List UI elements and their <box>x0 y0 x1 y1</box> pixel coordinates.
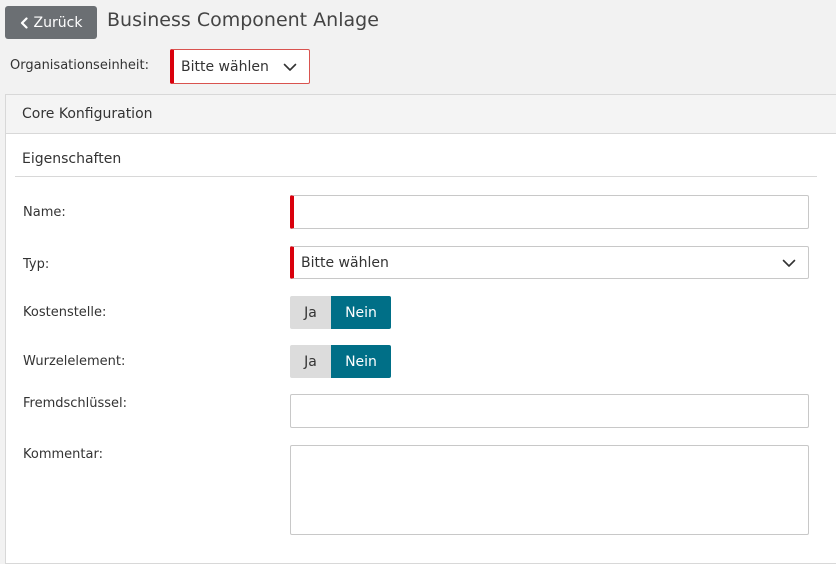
kommentar-textarea[interactable] <box>290 445 809 535</box>
name-label: Name: <box>23 205 66 220</box>
section-title: Eigenschaften <box>22 151 122 167</box>
kostenstelle-yes-button[interactable]: Ja <box>290 296 331 329</box>
page-title: Business Component Anlage <box>107 9 379 31</box>
kostenstelle-no-button[interactable]: Nein <box>331 296 391 329</box>
back-button[interactable]: Zurück <box>5 6 97 39</box>
chevron-left-icon <box>20 16 28 29</box>
org-unit-label: Organisationseinheit: <box>10 58 150 73</box>
wurzelelement-yes-button[interactable]: Ja <box>290 345 331 378</box>
kommentar-label: Kommentar: <box>23 447 103 462</box>
chevron-down-icon <box>782 256 796 272</box>
typ-label: Typ: <box>23 257 50 272</box>
org-unit-selected-value: Bitte wählen <box>181 58 269 75</box>
kostenstelle-toggle: Ja Nein <box>290 296 391 329</box>
back-button-label: Zurück <box>33 14 83 31</box>
fremdschluessel-label: Fremdschlüssel: <box>23 396 128 411</box>
section-divider <box>15 176 817 177</box>
panel-header: Core Konfiguration <box>6 95 836 134</box>
name-input[interactable] <box>290 195 809 229</box>
core-config-panel: Core Konfiguration Eigenschaften Name: T… <box>5 94 836 564</box>
kostenstelle-label: Kostenstelle: <box>23 305 107 320</box>
typ-selected-value: Bitte wählen <box>301 254 389 271</box>
wurzelelement-label: Wurzelelement: <box>23 354 126 369</box>
wurzelelement-toggle: Ja Nein <box>290 345 391 378</box>
wurzelelement-no-button[interactable]: Nein <box>331 345 391 378</box>
org-unit-select[interactable]: Bitte wählen <box>170 49 310 84</box>
panel-title: Core Konfiguration <box>22 106 153 122</box>
typ-select[interactable]: Bitte wählen <box>290 246 809 279</box>
fremdschluessel-input[interactable] <box>290 394 809 428</box>
chevron-down-icon <box>283 60 297 76</box>
